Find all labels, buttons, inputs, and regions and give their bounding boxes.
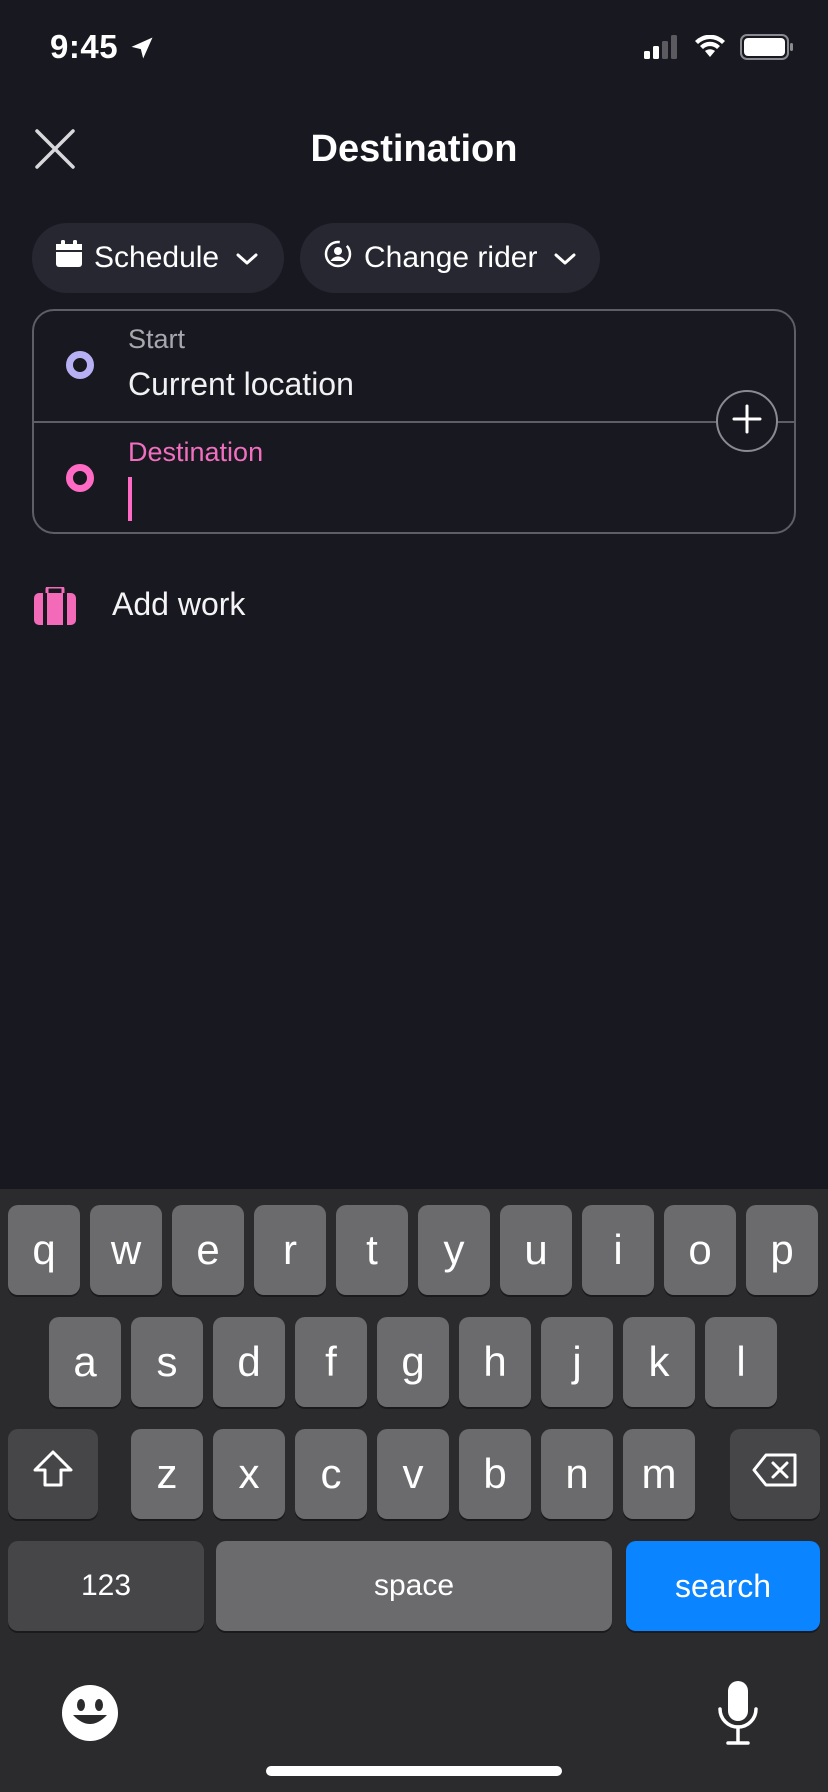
calendar-icon bbox=[54, 239, 84, 277]
microphone-icon bbox=[716, 1681, 760, 1755]
key-s[interactable]: s bbox=[131, 1317, 203, 1407]
space-key[interactable]: space bbox=[216, 1541, 612, 1631]
key-q[interactable]: q bbox=[8, 1205, 80, 1295]
signal-icon bbox=[644, 35, 680, 64]
emoji-button[interactable] bbox=[60, 1683, 122, 1745]
text-cursor bbox=[128, 477, 132, 521]
shift-key[interactable] bbox=[8, 1429, 98, 1519]
key-e[interactable]: e bbox=[172, 1205, 244, 1295]
backspace-key[interactable] bbox=[730, 1429, 820, 1519]
key-i[interactable]: i bbox=[582, 1205, 654, 1295]
emoji-icon bbox=[60, 1685, 120, 1747]
key-c[interactable]: c bbox=[295, 1429, 367, 1519]
briefcase-icon bbox=[34, 585, 76, 630]
dictation-button[interactable] bbox=[716, 1679, 760, 1751]
key-a[interactable]: a bbox=[49, 1317, 121, 1407]
battery-icon bbox=[740, 34, 794, 65]
shift-icon bbox=[31, 1449, 75, 1499]
key-h[interactable]: h bbox=[459, 1317, 531, 1407]
schedule-button[interactable]: Schedule bbox=[32, 223, 284, 293]
chevron-down-icon bbox=[553, 241, 577, 275]
key-m[interactable]: m bbox=[623, 1429, 695, 1519]
add-stop-button[interactable] bbox=[716, 390, 778, 452]
key-o[interactable]: o bbox=[664, 1205, 736, 1295]
rider-icon bbox=[322, 238, 354, 278]
key-v[interactable]: v bbox=[377, 1429, 449, 1519]
key-x[interactable]: x bbox=[213, 1429, 285, 1519]
key-d[interactable]: d bbox=[213, 1317, 285, 1407]
page-title: Destination bbox=[310, 128, 518, 170]
key-z[interactable]: z bbox=[131, 1429, 203, 1519]
key-g[interactable]: g bbox=[377, 1317, 449, 1407]
key-t[interactable]: t bbox=[336, 1205, 408, 1295]
plus-icon bbox=[731, 403, 763, 440]
home-indicator bbox=[266, 1766, 562, 1776]
key-l[interactable]: l bbox=[705, 1317, 777, 1407]
key-b[interactable]: b bbox=[459, 1429, 531, 1519]
location-arrow-icon bbox=[128, 34, 156, 67]
key-y[interactable]: y bbox=[418, 1205, 490, 1295]
backspace-icon bbox=[751, 1450, 799, 1498]
wifi-icon bbox=[694, 34, 726, 64]
destination-label: Destination bbox=[128, 437, 264, 467]
key-r[interactable]: r bbox=[254, 1205, 326, 1295]
numbers-key[interactable]: 123 bbox=[8, 1541, 204, 1631]
destination-dot-icon bbox=[66, 464, 94, 492]
key-f[interactable]: f bbox=[295, 1317, 367, 1407]
key-w[interactable]: w bbox=[90, 1205, 162, 1295]
add-work-label: Add work bbox=[112, 586, 246, 622]
search-key[interactable]: search bbox=[626, 1541, 820, 1631]
change-rider-label: Change rider bbox=[364, 241, 538, 274]
start-label: Start bbox=[128, 324, 186, 354]
key-u[interactable]: u bbox=[500, 1205, 572, 1295]
change-rider-button[interactable]: Change rider bbox=[300, 223, 600, 293]
key-p[interactable]: p bbox=[746, 1205, 818, 1295]
start-dot-icon bbox=[66, 351, 94, 379]
key-j[interactable]: j bbox=[541, 1317, 613, 1407]
key-n[interactable]: n bbox=[541, 1429, 613, 1519]
start-value: Current location bbox=[128, 366, 354, 402]
keyboard: q w e r t y u i o p a s d f g h j k l z … bbox=[0, 1189, 828, 1792]
status-icons bbox=[644, 34, 794, 65]
route-divider bbox=[32, 421, 796, 423]
chevron-down-icon bbox=[235, 241, 259, 275]
key-k[interactable]: k bbox=[623, 1317, 695, 1407]
status-time: 9:45 bbox=[50, 28, 119, 65]
schedule-label: Schedule bbox=[94, 241, 220, 274]
